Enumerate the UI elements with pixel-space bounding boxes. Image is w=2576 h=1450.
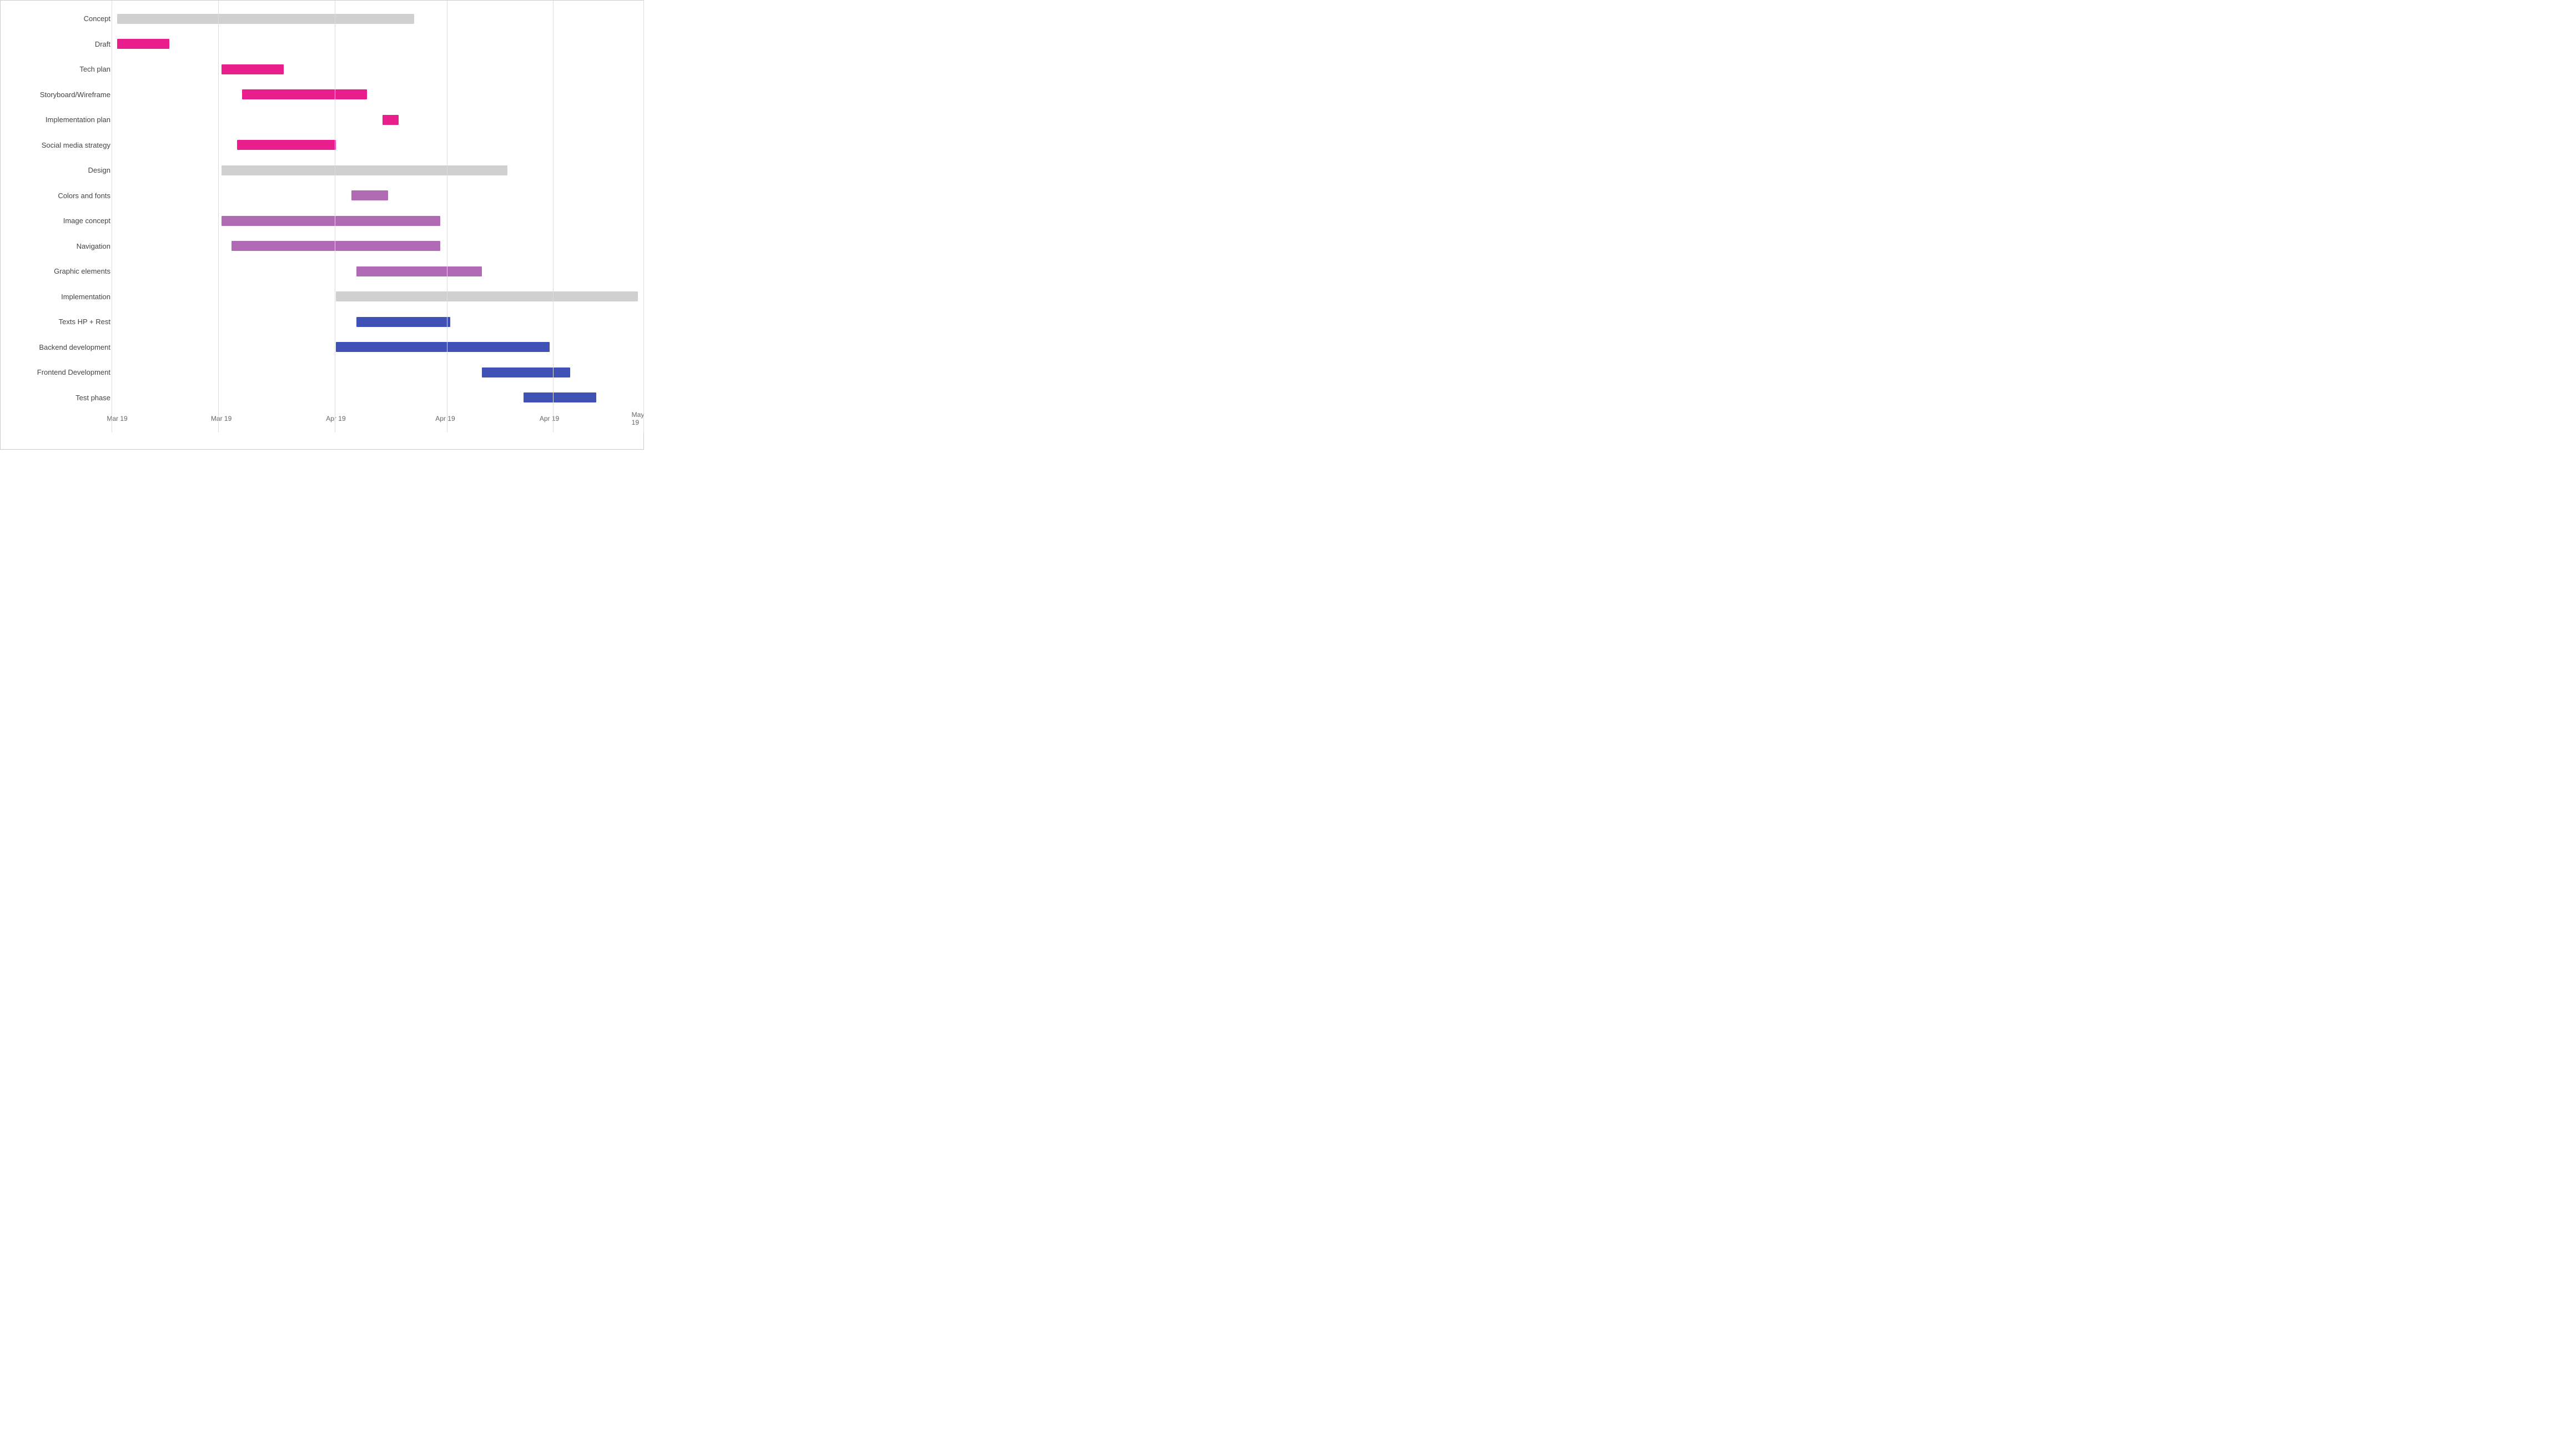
bar-track	[117, 240, 638, 252]
bar-track	[117, 114, 638, 126]
gantt-row: Tech plan	[6, 57, 638, 82]
gantt-bar	[356, 317, 450, 327]
bar-track	[117, 366, 638, 379]
bar-track	[117, 265, 638, 278]
row-label: Social media strategy	[6, 141, 117, 149]
x-axis-label: Apr 19	[326, 415, 345, 422]
gantt-row: Graphic elements	[6, 259, 638, 284]
x-axis: Mar 19Mar 19Apr 19Apr 19Apr 19May 19	[117, 410, 638, 427]
gantt-row: Texts HP + Rest	[6, 309, 638, 335]
gantt-bar	[482, 367, 570, 377]
row-label: Texts HP + Rest	[6, 318, 117, 326]
gantt-bar	[222, 64, 284, 74]
gantt-bar	[117, 39, 169, 49]
row-label: Implementation	[6, 293, 117, 301]
row-label: Implementation plan	[6, 115, 117, 124]
gantt-bar	[242, 89, 367, 99]
bar-track	[117, 164, 638, 177]
gantt-row: Implementation plan	[6, 107, 638, 133]
bar-track	[117, 215, 638, 227]
gantt-row: Draft	[6, 32, 638, 57]
gantt-bar	[351, 190, 388, 200]
row-label: Storyboard/Wireframe	[6, 90, 117, 99]
x-axis-label: Mar 19	[211, 415, 232, 422]
x-axis-label: Mar 19	[107, 415, 127, 422]
gantt-bar	[232, 241, 440, 251]
row-label: Tech plan	[6, 65, 117, 73]
gantt-row: Colors and fonts	[6, 183, 638, 209]
bar-track	[117, 341, 638, 353]
row-label: Colors and fonts	[6, 192, 117, 200]
gantt-row: Implementation	[6, 284, 638, 310]
gantt-bar	[383, 115, 398, 125]
bar-track	[117, 13, 638, 25]
bar-track	[117, 139, 638, 151]
gantt-row: Navigation	[6, 234, 638, 259]
gantt-bar	[222, 165, 508, 175]
gantt-bar	[336, 342, 550, 352]
row-label: Image concept	[6, 217, 117, 225]
row-label: Concept	[6, 14, 117, 23]
bar-track	[117, 316, 638, 328]
x-axis-label: May 19	[632, 411, 645, 426]
bar-track	[117, 290, 638, 303]
gantt-bar	[222, 216, 440, 226]
gantt-row: Image concept	[6, 208, 638, 234]
row-label: Navigation	[6, 242, 117, 250]
gantt-row: Social media strategy	[6, 133, 638, 158]
x-axis-label: Apr 19	[540, 415, 559, 422]
gantt-row: Frontend Development	[6, 360, 638, 385]
gantt-chart: Concept Draft Tech plan Storyboard/Wirefram…	[0, 0, 644, 450]
bar-track	[117, 189, 638, 202]
gantt-bar	[336, 291, 638, 301]
bar-track	[117, 63, 638, 75]
gantt-row: Backend development	[6, 335, 638, 360]
row-label: Design	[6, 166, 117, 174]
gantt-bar	[237, 140, 336, 150]
gantt-bar	[524, 392, 596, 402]
gantt-bar	[356, 266, 481, 276]
row-label: Backend development	[6, 343, 117, 351]
gantt-row: Concept	[6, 6, 638, 32]
bar-track	[117, 391, 638, 404]
row-label: Test phase	[6, 394, 117, 402]
gantt-bar	[117, 14, 414, 24]
gantt-row: Storyboard/Wireframe	[6, 82, 638, 108]
x-axis-label: Apr 19	[435, 415, 455, 422]
gantt-row: Design	[6, 158, 638, 183]
gantt-row: Test phase	[6, 385, 638, 411]
row-label: Draft	[6, 40, 117, 48]
row-label: Frontend Development	[6, 368, 117, 376]
chart-area: Concept Draft Tech plan Storyboard/Wirefram…	[6, 6, 638, 410]
row-label: Graphic elements	[6, 267, 117, 275]
bar-track	[117, 38, 638, 50]
bar-track	[117, 88, 638, 100]
